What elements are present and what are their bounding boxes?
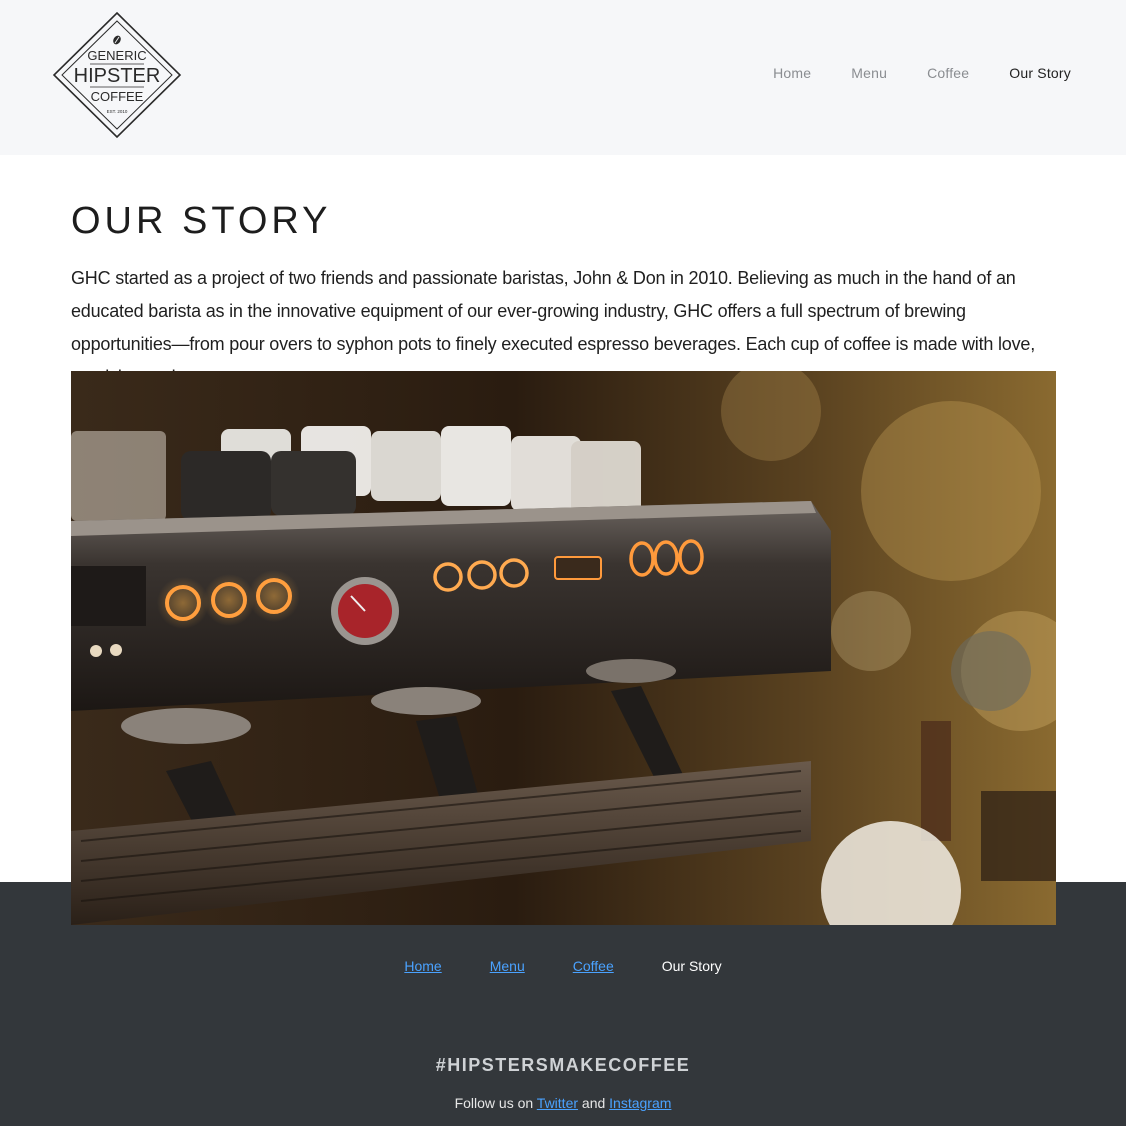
- footer-nav: Home Menu Coffee Our Story: [0, 958, 1126, 974]
- footer-nav-coffee[interactable]: Coffee: [573, 958, 614, 974]
- nav-home[interactable]: Home: [773, 65, 811, 81]
- nav-menu[interactable]: Menu: [851, 65, 887, 81]
- nav-our-story[interactable]: Our Story: [1009, 65, 1071, 81]
- footer-nav-our-story[interactable]: Our Story: [662, 958, 722, 974]
- hashtag: #HIPSTERSMAKECOFFEE: [435, 1055, 691, 1075]
- espresso-machine-photo: [71, 371, 1056, 925]
- footer-nav-home[interactable]: Home: [404, 958, 441, 974]
- logo-est: EST. 2010: [107, 109, 128, 114]
- follow-and: and: [578, 1095, 610, 1111]
- site-header: GENERIC HIPSTER COFFEE EST. 2010 Home Me…: [0, 0, 1126, 155]
- brand-logo[interactable]: GENERIC HIPSTER COFFEE EST. 2010: [52, 12, 182, 139]
- twitter-link[interactable]: Twitter: [537, 1095, 578, 1111]
- logo-line3: COFFEE: [91, 89, 144, 104]
- footer-nav-menu[interactable]: Menu: [490, 958, 525, 974]
- main-nav: Home Menu Coffee Our Story: [773, 65, 1071, 81]
- logo-line1: GENERIC: [87, 48, 146, 63]
- follow-prefix: Follow us on: [454, 1095, 537, 1111]
- page-title: OUR STORY: [71, 200, 332, 242]
- logo-diamond-icon: GENERIC HIPSTER COFFEE EST. 2010: [52, 12, 182, 139]
- instagram-link[interactable]: Instagram: [609, 1095, 671, 1111]
- logo-line2: HIPSTER: [74, 65, 161, 87]
- social-follow: Follow us on Twitter and Instagram: [0, 1095, 1126, 1111]
- nav-coffee[interactable]: Coffee: [927, 65, 969, 81]
